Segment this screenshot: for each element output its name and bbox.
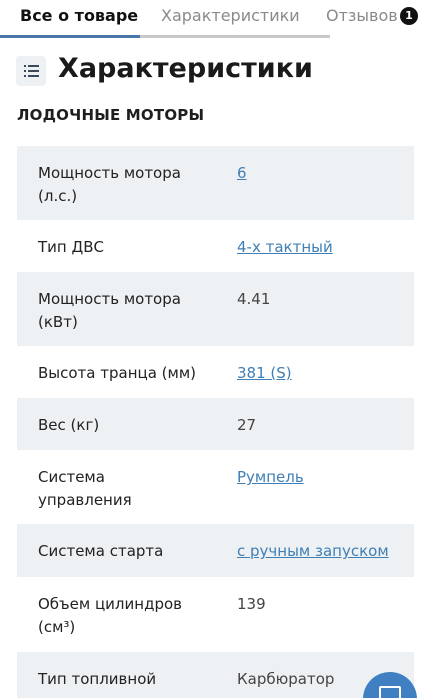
- spec-label: Высота транца (мм): [38, 364, 197, 382]
- spec-label: Мощность мотора (л.с.): [38, 164, 181, 205]
- page-title: Характеристики: [58, 53, 313, 84]
- spec-label: Вес (кг): [38, 416, 100, 434]
- category-heading: ЛОДОЧНЫЕ МОТОРЫ: [17, 106, 205, 124]
- spec-value-link[interactable]: Румпель: [237, 466, 407, 489]
- spec-row: Объем цилиндров (см³) 139: [17, 577, 414, 652]
- active-tab-indicator: [0, 35, 140, 38]
- tab-reviews[interactable]: Отзывов 1: [326, 0, 422, 38]
- spec-value-link[interactable]: 381 (S): [237, 362, 407, 385]
- spec-value: 4.41: [237, 290, 271, 308]
- spec-row: Высота транца (мм) 381 (S): [17, 346, 414, 398]
- tab-bar: Все о товаре Характеристики Отзывов 1: [0, 0, 422, 38]
- spec-label: Мощность мотора (кВт): [38, 290, 181, 331]
- spec-row: Вес (кг) 27: [17, 398, 414, 450]
- tab-all-about-product[interactable]: Все о товаре: [0, 0, 140, 38]
- tab-characteristics[interactable]: Характеристики: [140, 0, 330, 38]
- spec-row: Мощность мотора (кВт) 4.41: [17, 272, 414, 346]
- spec-row: Тип ДВС 4-х тактный: [17, 220, 414, 272]
- spec-value-link[interactable]: 6: [237, 162, 407, 185]
- spec-value-link[interactable]: с ручным запуском: [237, 540, 407, 563]
- list-icon: [16, 56, 46, 86]
- spec-value: 27: [237, 416, 257, 434]
- spec-label: Система управления: [38, 468, 132, 509]
- spec-value-link[interactable]: 4-х тактный: [237, 236, 407, 259]
- spec-label: Тип ДВС: [38, 238, 104, 256]
- tab-label: Все о товаре: [20, 6, 139, 25]
- spec-value: 139: [237, 595, 266, 613]
- spec-label: Система старта: [38, 542, 164, 560]
- spec-row: Система управления Румпель: [17, 450, 414, 524]
- spec-row: Мощность мотора (л.с.) 6: [17, 146, 414, 220]
- tab-label: Характеристики: [161, 6, 300, 25]
- tab-indicator: [140, 35, 330, 38]
- envelope-icon: [379, 686, 401, 698]
- tab-label: Отзывов: [326, 6, 398, 25]
- spec-row: Тип топливной системы Карбюратор: [17, 652, 414, 698]
- spec-label: Объем цилиндров (см³): [38, 595, 182, 636]
- spec-row: Система старта с ручным запуском: [17, 524, 414, 577]
- spec-label: Тип топливной системы: [38, 670, 157, 698]
- reviews-count-badge: 1: [400, 7, 418, 25]
